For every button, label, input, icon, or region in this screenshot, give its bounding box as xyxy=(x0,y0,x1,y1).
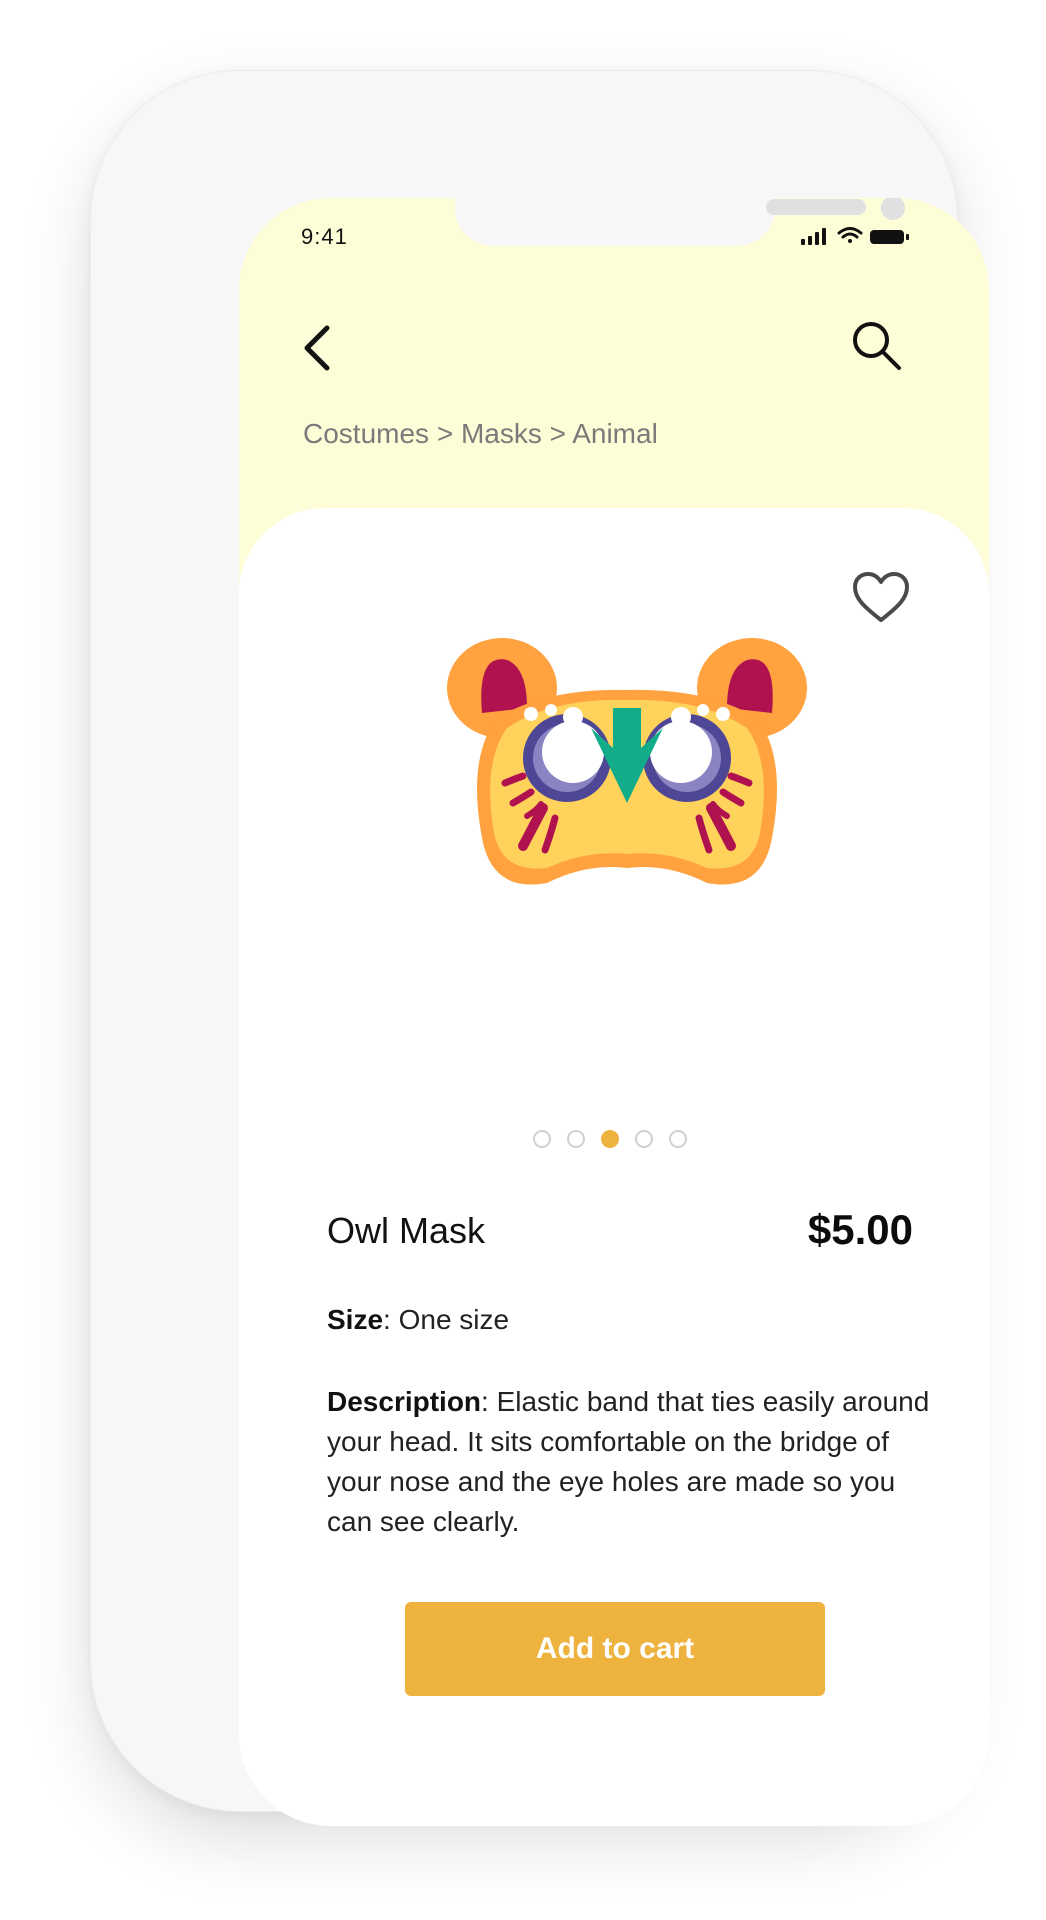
phone-screen: 9:41 Costumes > Masks > Animal Owl Mask … xyxy=(239,198,989,1826)
search-button[interactable] xyxy=(847,316,907,376)
status-icons xyxy=(801,227,909,245)
size-value: : One size xyxy=(383,1304,510,1335)
product-price: $5.00 xyxy=(807,1206,913,1253)
back-button[interactable] xyxy=(295,318,343,378)
phone-notch xyxy=(455,198,905,246)
battery-icon xyxy=(870,230,909,244)
size-label: Size xyxy=(327,1304,384,1335)
carousel-dot-active[interactable] xyxy=(601,1130,619,1148)
status-time: 9:41 xyxy=(301,224,348,249)
speaker-grill xyxy=(766,199,866,215)
search-icon xyxy=(853,322,901,370)
add-to-cart-button[interactable]: Add to cart xyxy=(405,1602,825,1696)
carousel-dot[interactable] xyxy=(635,1130,653,1148)
product-card: Owl Mask $5.00 Size: One size Descriptio… xyxy=(239,508,989,1826)
description-label: Description xyxy=(327,1386,482,1417)
phone-frame: 9:41 Costumes > Masks > Animal Owl Mask … xyxy=(90,70,989,1826)
chevron-left-icon xyxy=(304,325,330,371)
heart-outline-icon xyxy=(853,572,909,622)
product-name: Owl Mask xyxy=(327,1210,486,1251)
owl-mask-image xyxy=(447,638,807,885)
favorite-button[interactable] xyxy=(849,568,913,628)
image-carousel-dots xyxy=(533,1130,687,1148)
signal-icon xyxy=(801,228,826,245)
product-size: Size: One size xyxy=(327,1304,509,1336)
product-description: Description: Elastic band that ties easi… xyxy=(327,1382,943,1542)
carousel-dot[interactable] xyxy=(567,1130,585,1148)
front-camera xyxy=(881,198,905,220)
wifi-icon xyxy=(837,227,863,243)
carousel-dot[interactable] xyxy=(669,1130,687,1148)
carousel-dot[interactable] xyxy=(533,1130,551,1148)
breadcrumb: Costumes > Masks > Animal xyxy=(303,418,658,449)
